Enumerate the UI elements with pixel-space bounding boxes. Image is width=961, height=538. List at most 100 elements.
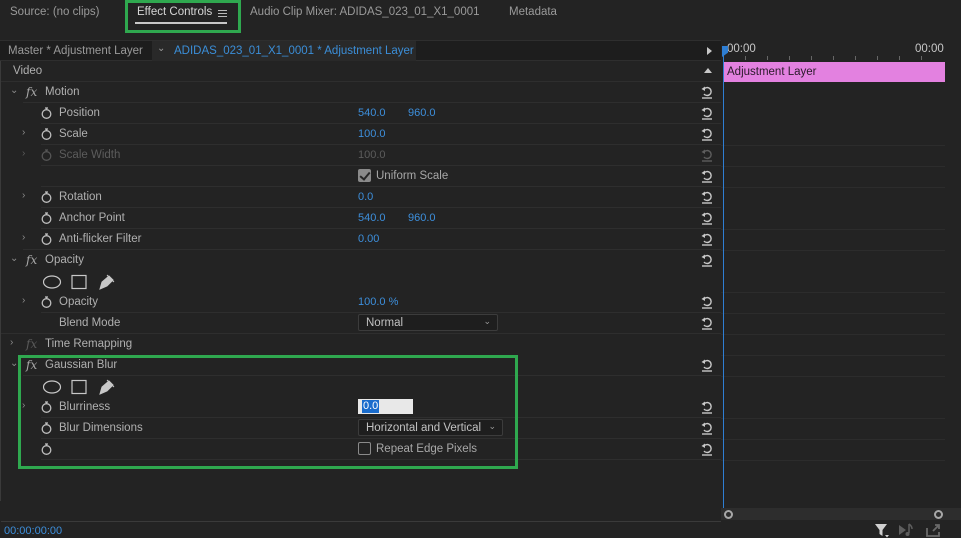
stopwatch-icon[interactable] — [41, 128, 52, 140]
timeline-row-divider — [721, 166, 945, 167]
video-section-label: Video — [13, 65, 43, 77]
position-x-value[interactable]: 540.0 — [358, 107, 386, 119]
zoom-handle-left[interactable] — [724, 510, 733, 519]
fx-icon[interactable]: fx — [26, 253, 37, 267]
position-y-value[interactable]: 960.0 — [408, 107, 436, 119]
reset-parameter-icon[interactable] — [700, 421, 714, 435]
stopwatch-icon[interactable] — [41, 296, 52, 308]
property-label: Anti-flicker Filter — [59, 233, 142, 245]
reset-parameter-icon[interactable] — [700, 232, 714, 246]
stopwatch-icon[interactable] — [41, 212, 52, 224]
stopwatch-icon[interactable] — [41, 233, 52, 245]
tab-metadata[interactable]: Metadata — [509, 6, 557, 18]
chevron-right-icon[interactable]: › — [22, 190, 25, 201]
timeline-row-divider — [721, 229, 945, 230]
stopwatch-icon — [41, 149, 52, 161]
timeline-zoom-scrollbar[interactable] — [721, 508, 961, 520]
fx-icon: fx — [26, 337, 38, 351]
timeline-row-divider — [721, 334, 945, 335]
chevron-right-icon[interactable]: › — [22, 295, 25, 306]
reset-parameter-icon — [701, 149, 712, 162]
reset-parameter-icon[interactable] — [700, 169, 714, 183]
anchor-x-value[interactable]: 540.0 — [358, 212, 386, 224]
rotation-value[interactable]: 0.0 — [358, 191, 373, 203]
chevron-right-icon[interactable]: › — [10, 337, 13, 348]
rectangle-mask-icon[interactable] — [71, 274, 87, 290]
video-section-row: Video — [1, 61, 721, 82]
ruler-tick — [767, 56, 768, 60]
chevron-down-icon[interactable]: ⌄ — [10, 85, 18, 96]
sequence-clip-selector[interactable]: ⌄ ADIDAS_023_01_X1_0001 * Adjustment Lay… — [152, 41, 416, 61]
property-row-scale: › Scale 100.0 — [1, 124, 721, 145]
effect-timeline: 00:00 00:00 Adjustment Layer — [721, 40, 961, 520]
chevron-right-icon[interactable]: › — [22, 127, 25, 138]
chevron-down-icon[interactable]: ⌄ — [157, 43, 165, 54]
checkbox-label: Uniform Scale — [376, 170, 449, 182]
chevron-down-icon[interactable]: ⌄ — [10, 253, 18, 264]
ellipse-mask-icon[interactable] — [43, 275, 62, 289]
reset-parameter-icon[interactable] — [700, 253, 714, 267]
show-timeline-icon[interactable] — [707, 47, 712, 55]
reset-parameter-icon[interactable] — [700, 442, 714, 456]
opacity-value[interactable]: 100.0 % — [358, 296, 398, 308]
chevron-right-icon[interactable]: › — [22, 232, 25, 243]
ruler-tick — [921, 56, 922, 60]
tab-effect-controls[interactable]: Effect Controls — [137, 6, 212, 18]
adjustment-layer-clip[interactable]: Adjustment Layer — [723, 62, 945, 82]
chevron-right-icon: › — [22, 148, 26, 159]
timeline-row-divider — [721, 250, 945, 251]
property-label: Opacity — [59, 296, 98, 308]
uniform-scale-checkbox[interactable] — [358, 169, 371, 182]
filter-icon[interactable] — [874, 522, 890, 538]
reset-parameter-icon[interactable] — [700, 127, 714, 141]
property-row-anti-flicker: › Anti-flicker Filter 0.00 — [1, 229, 721, 250]
collapse-up-icon[interactable] — [704, 68, 712, 73]
active-tab-underline — [135, 22, 227, 24]
sequence-clip-label[interactable]: ADIDAS_023_01_X1_0001 * Adjustment Layer — [174, 45, 414, 57]
stopwatch-icon[interactable] — [41, 191, 52, 203]
anchor-y-value[interactable]: 960.0 — [408, 212, 436, 224]
tab-audio-clip-mixer[interactable]: Audio Clip Mixer: ADIDAS_023_01_X1_0001 — [250, 6, 480, 18]
ruler-start-time: 00:00 — [727, 43, 756, 55]
effect-header-time-remapping[interactable]: › fx Time Remapping — [1, 334, 721, 355]
panel-bottom-divider — [1, 521, 721, 522]
ruler-tick — [833, 56, 834, 60]
time-ruler[interactable]: 00:00 00:00 — [721, 40, 961, 61]
reset-parameter-icon[interactable] — [700, 211, 714, 225]
tab-source[interactable]: Source: (no clips) — [10, 6, 99, 18]
fx-icon[interactable]: fx — [26, 85, 37, 99]
master-clip-label[interactable]: Master * Adjustment Layer — [8, 45, 143, 57]
effect-header-motion[interactable]: ⌄ fx Motion — [1, 82, 721, 103]
play-audio-icon[interactable] — [898, 522, 914, 538]
timeline-row-divider — [721, 418, 945, 419]
effect-name: Time Remapping — [45, 338, 133, 350]
current-timecode[interactable]: 00:00:00:00 — [4, 525, 62, 537]
timeline-row-divider — [721, 355, 945, 356]
mask-tools-row — [1, 271, 721, 292]
playhead-line[interactable] — [723, 48, 724, 510]
reset-parameter-icon[interactable] — [700, 106, 714, 120]
reset-parameter-icon[interactable] — [700, 295, 714, 309]
scale-value[interactable]: 100.0 — [358, 128, 386, 140]
zoom-handle-right[interactable] — [934, 510, 943, 519]
export-frame-icon[interactable] — [925, 522, 941, 538]
blend-mode-dropdown[interactable]: Normal ⌄ — [358, 314, 498, 331]
panel-menu-icon[interactable] — [218, 10, 227, 17]
property-label: Position — [59, 107, 100, 119]
ruler-tick — [899, 56, 900, 60]
reset-parameter-icon[interactable] — [700, 85, 714, 99]
pen-mask-icon[interactable] — [99, 274, 115, 290]
reset-parameter-icon[interactable] — [700, 190, 714, 204]
effect-header-opacity[interactable]: ⌄ fx Opacity — [1, 250, 721, 271]
timeline-row-divider — [721, 145, 945, 146]
ruler-tick — [789, 56, 790, 60]
reset-parameter-icon[interactable] — [700, 400, 714, 414]
ruler-end-time: 00:00 — [915, 43, 944, 55]
reset-parameter-icon[interactable] — [700, 316, 714, 330]
stopwatch-icon[interactable] — [41, 107, 52, 119]
panel-tab-bar: Source: (no clips) Effect Controls Audio… — [0, 0, 961, 40]
property-row-rotation: › Rotation 0.0 — [1, 187, 721, 208]
property-label: Blend Mode — [59, 317, 121, 329]
reset-parameter-icon[interactable] — [700, 358, 714, 372]
anti-flicker-value[interactable]: 0.00 — [358, 233, 379, 245]
